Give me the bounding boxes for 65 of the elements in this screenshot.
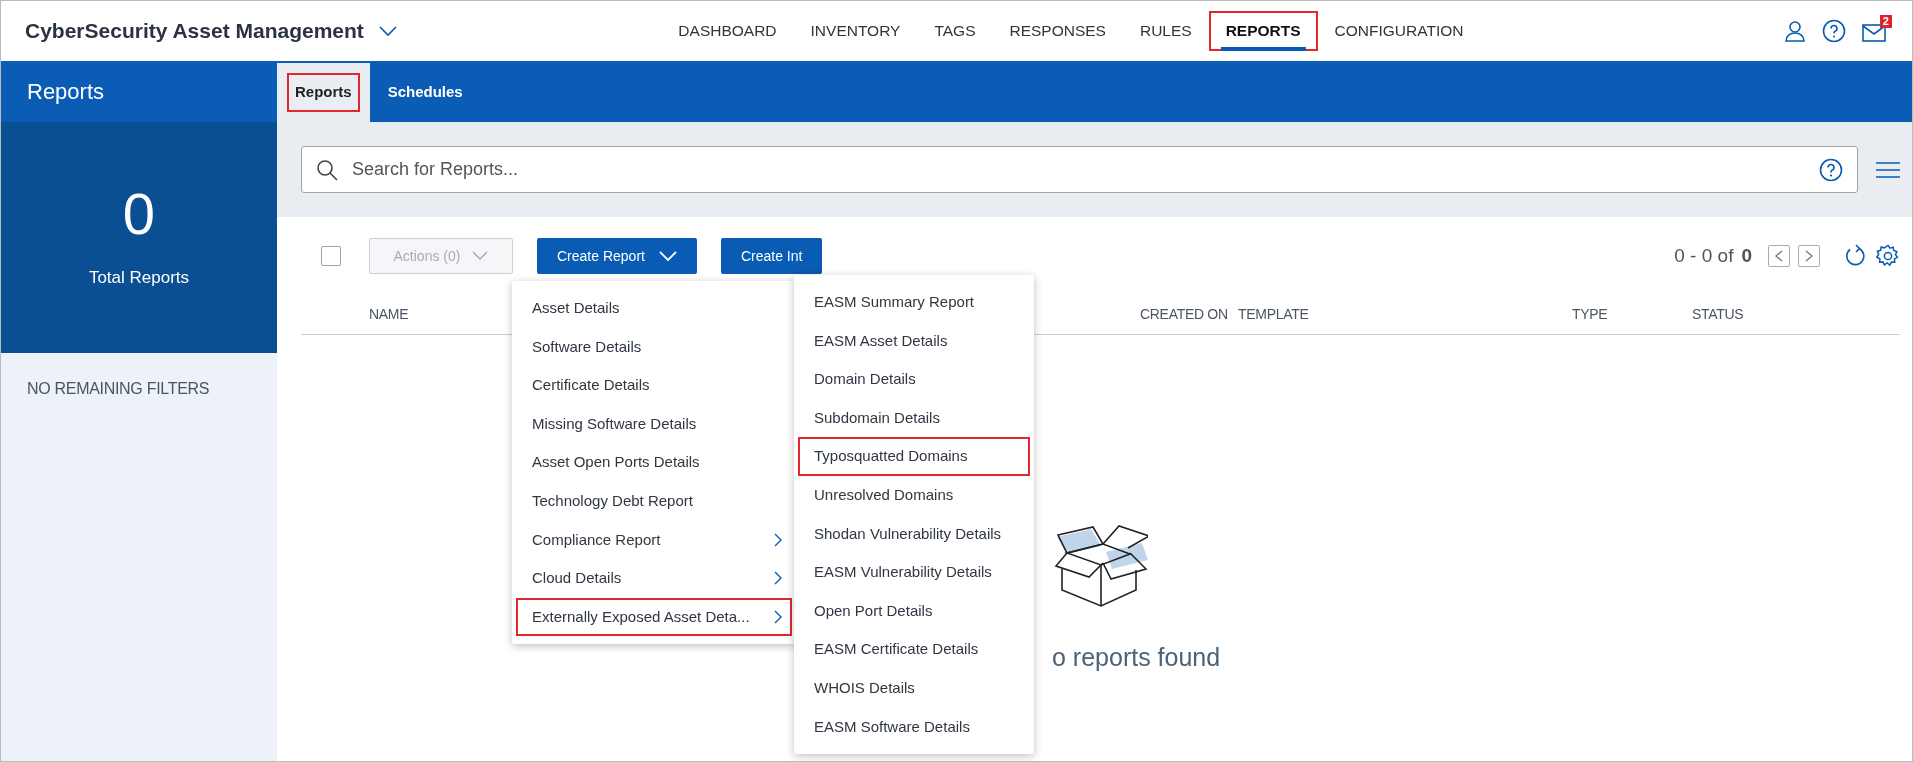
chevron-right-icon — [1805, 250, 1813, 262]
menu-item[interactable]: EASM Certificate Details — [798, 630, 1030, 669]
column-header: STATUS — [1692, 306, 1744, 322]
nav-tab[interactable]: DASHBOARD — [661, 11, 794, 51]
menu-icon[interactable] — [1876, 160, 1900, 179]
create-report-button[interactable]: Create Report — [537, 238, 697, 274]
menu-item[interactable]: Subdomain Details — [798, 398, 1030, 438]
create-interactive-button[interactable]: Create Int — [720, 238, 823, 274]
next-page-button[interactable] — [1798, 245, 1820, 267]
tab[interactable]: Reports — [277, 63, 370, 122]
range-total: 0 — [1741, 243, 1752, 268]
menu-item[interactable]: Certificate Details — [516, 366, 792, 405]
filters-note: NO REMAINING FILTERS — [26, 379, 211, 399]
help-icon[interactable] — [1819, 157, 1843, 182]
chevron-right-icon — [774, 610, 782, 625]
chevron-left-icon — [1775, 250, 1783, 262]
menu-item[interactable]: Externally Exposed Asset Deta... — [516, 597, 792, 637]
settings-icon[interactable] — [1876, 244, 1900, 268]
menu-item[interactable]: Missing Software Details — [516, 404, 792, 444]
refresh-icon[interactable] — [1844, 244, 1868, 268]
column-header: TEMPLATE — [1238, 306, 1309, 322]
previous-page-button[interactable] — [1768, 245, 1790, 267]
total-label: Total Reports — [88, 266, 190, 289]
nav-tab[interactable]: TAGS — [917, 11, 993, 51]
column-header: CREATED ON — [1140, 306, 1228, 322]
chevron-down-icon — [658, 250, 677, 262]
empty-message: o reports found — [1052, 642, 1221, 673]
nav-tab[interactable]: REPORTS — [1208, 11, 1318, 51]
chevron-right-icon — [774, 532, 782, 547]
nav-tab[interactable]: RESPONSES — [992, 11, 1123, 51]
nav-tab[interactable]: CONFIGURATION — [1317, 11, 1481, 51]
sidebar-title: Reports — [1, 61, 277, 122]
nav-tab[interactable]: RULES — [1122, 11, 1209, 51]
menu-item[interactable]: Unresolved Domains — [798, 475, 1030, 515]
notification-badge: 2 — [1879, 15, 1892, 28]
app-title: CyberSecurity Asset Management — [25, 18, 364, 45]
total-count: 0 — [122, 184, 156, 243]
column-header: NAME — [369, 306, 409, 322]
menu-item[interactable]: Shodan Vulnerability Details — [798, 514, 1030, 554]
menu-item[interactable]: Open Port Details — [798, 591, 1030, 631]
menu-item[interactable]: WHOIS Details — [798, 668, 1030, 708]
menu-item[interactable]: Cloud Details — [516, 559, 792, 598]
help-icon[interactable] — [1822, 19, 1846, 43]
nav-tab[interactable]: INVENTORY — [793, 11, 918, 51]
tab[interactable]: Schedules — [369, 63, 481, 122]
menu-item[interactable]: Compliance Report — [516, 520, 792, 560]
search-icon — [316, 158, 338, 181]
range-text: 0 - 0 of — [1674, 243, 1734, 268]
chevron-down-icon — [472, 251, 489, 261]
chevron-down-icon[interactable] — [377, 25, 398, 37]
menu-item[interactable]: EASM Asset Details — [798, 321, 1030, 361]
chevron-right-icon — [774, 571, 782, 586]
search-field[interactable]: Search for Reports... — [301, 146, 1858, 193]
menu-item[interactable]: EASM Software Details — [798, 707, 1030, 747]
user-icon[interactable] — [1784, 20, 1806, 42]
menu-item[interactable]: Domain Details — [798, 360, 1030, 399]
menu-item[interactable]: Technology Debt Report — [516, 481, 792, 521]
menu-item[interactable]: Asset Open Ports Details — [516, 443, 792, 482]
menu-item[interactable]: Asset Details — [516, 289, 792, 328]
menu-item[interactable]: EASM Vulnerability Details — [798, 553, 1030, 592]
select-all-checkbox[interactable] — [321, 246, 341, 266]
menu-item[interactable]: EASM Summary Report — [798, 283, 1030, 322]
menu-item[interactable]: Typosquatted Domains — [798, 437, 1030, 476]
column-header: TYPE — [1572, 306, 1608, 322]
menu-item[interactable]: Software Details — [516, 327, 792, 367]
